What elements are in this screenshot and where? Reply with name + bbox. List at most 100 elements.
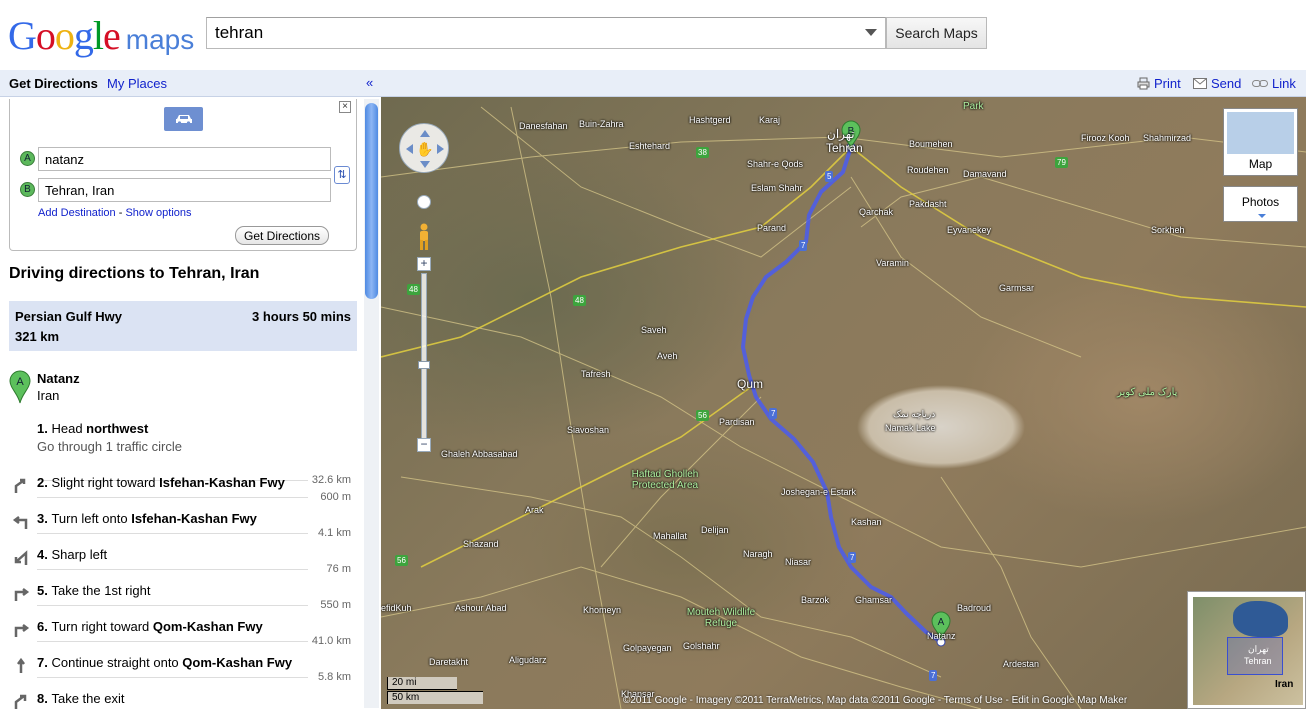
map-label-tafresh[interactable]: Tafresh bbox=[581, 369, 611, 379]
map-label-eslamshahr[interactable]: Eslam Shahr bbox=[751, 183, 803, 193]
map-label-naragh[interactable]: Naragh bbox=[743, 549, 773, 559]
map-label-shazand[interactable]: Shazand bbox=[463, 539, 499, 549]
map-label-kashan[interactable]: Kashan bbox=[851, 517, 882, 527]
map-label-garmsar[interactable]: Garmsar bbox=[999, 283, 1034, 293]
map-label-aveh[interactable]: Aveh bbox=[657, 351, 677, 361]
map-label-badroud[interactable]: Badroud bbox=[957, 603, 991, 613]
map-label-niasar[interactable]: Niasar bbox=[785, 557, 811, 567]
direction-step[interactable]: 2. Slight right toward Isfehan-Kashan Fw… bbox=[0, 468, 360, 504]
map-label-saveh[interactable]: Saveh bbox=[641, 325, 667, 335]
map-label-kavir[interactable]: پارک ملی کویر bbox=[1117, 387, 1177, 398]
map-label-pakdasht[interactable]: Pakdasht bbox=[909, 199, 947, 209]
map-label-danesfahan[interactable]: Danesfahan bbox=[519, 121, 568, 131]
chevron-down-icon[interactable] bbox=[865, 29, 877, 36]
show-options-link[interactable]: Show options bbox=[125, 207, 191, 219]
map-label-pardisan[interactable]: Pardisan bbox=[719, 417, 755, 427]
search-maps-button[interactable]: Search Maps bbox=[886, 17, 987, 49]
direction-step[interactable]: 6. Turn right toward Qom-Kashan Fwy 41.0 … bbox=[0, 612, 360, 648]
link-link[interactable]: Link bbox=[1252, 76, 1296, 91]
map-label-siavoshan[interactable]: Siavoshan bbox=[567, 425, 609, 435]
direction-step[interactable]: 4. Sharp left 76 m bbox=[0, 540, 360, 576]
zoom-in-button[interactable]: + bbox=[417, 257, 431, 271]
map-label-natanz[interactable]: Natanz bbox=[927, 631, 956, 641]
zoom-reset-icon[interactable] bbox=[417, 195, 431, 209]
direction-step[interactable]: 7. Continue straight onto Qom-Kashan Fwy… bbox=[0, 648, 360, 684]
zoom-out-button[interactable]: − bbox=[417, 438, 431, 452]
map-label-namak[interactable]: Namak Lake bbox=[885, 423, 936, 433]
start-location[interactable]: A Natanz Iran bbox=[9, 368, 357, 408]
map-label-karaj[interactable]: Karaj bbox=[759, 115, 780, 125]
map-label-park[interactable]: Park bbox=[963, 101, 984, 112]
map-label-ghaleh[interactable]: Ghaleh Abbasabad bbox=[441, 449, 518, 459]
map-label-roudehen[interactable]: Roudehen bbox=[907, 165, 949, 175]
get-directions-button[interactable]: Get Directions bbox=[235, 226, 329, 245]
map-label-firoozkooh[interactable]: Firooz Kooh bbox=[1081, 133, 1130, 143]
tab-my-places[interactable]: My Places bbox=[107, 76, 167, 91]
map-label-eshtehard[interactable]: Eshtehard bbox=[629, 141, 670, 151]
map-label-golshahr[interactable]: Golshahr bbox=[683, 641, 720, 651]
map-layer-button[interactable]: Map bbox=[1223, 108, 1298, 176]
map-label-namak-fa[interactable]: دریاچه نمک bbox=[893, 409, 935, 420]
route-line[interactable] bbox=[741, 146, 943, 644]
pegman-icon[interactable] bbox=[415, 223, 433, 251]
map-label-eyvanekey[interactable]: Eyvanekey bbox=[947, 225, 991, 235]
close-icon[interactable]: × bbox=[339, 101, 351, 113]
collapse-panel-icon[interactable]: « bbox=[366, 75, 373, 90]
map-label-qarchak[interactable]: Qarchak bbox=[859, 207, 893, 217]
panel-scrollbar[interactable] bbox=[364, 99, 379, 708]
origin-input[interactable] bbox=[38, 147, 331, 171]
zoom-control[interactable]: + − bbox=[417, 223, 431, 458]
map-label-mouteh[interactable]: Mouteh Wildlife Refuge bbox=[681, 607, 761, 629]
map-label-joshegan[interactable]: Joshegan-e Estark bbox=[781, 487, 856, 497]
map-label-delijan[interactable]: Delijan bbox=[701, 525, 729, 535]
destination-input[interactable] bbox=[38, 178, 331, 202]
map-label-mahallat[interactable]: Mahallat bbox=[653, 531, 687, 541]
pan-control[interactable]: ✋ bbox=[399, 123, 449, 173]
direction-step[interactable]: 5. Take the 1st right 550 m bbox=[0, 576, 360, 612]
direction-step[interactable]: 1. Head northwest Go through 1 traffic ci… bbox=[0, 414, 360, 486]
map-label-golpayegan[interactable]: Golpayegan bbox=[623, 643, 672, 653]
map-label-aligudarz[interactable]: Aligudarz bbox=[509, 655, 547, 665]
direction-step[interactable]: 8. Take the exit bbox=[0, 684, 360, 720]
search-input[interactable] bbox=[207, 18, 847, 48]
zoom-slider-handle[interactable] bbox=[418, 361, 430, 369]
map-label-ashour[interactable]: Ashour Abad bbox=[455, 603, 507, 613]
map-label-sorkheh[interactable]: Sorkheh bbox=[1151, 225, 1185, 235]
search-box[interactable] bbox=[206, 17, 886, 49]
map-label-hashtgerd[interactable]: Hashtgerd bbox=[689, 115, 731, 125]
print-link[interactable]: Print bbox=[1137, 76, 1181, 91]
map-label-tehran-fa[interactable]: تهران bbox=[827, 127, 855, 141]
chevron-down-icon[interactable] bbox=[1258, 214, 1266, 218]
map-label-boumehen[interactable]: Boumehen bbox=[909, 139, 953, 149]
map-label-haftad[interactable]: Haftad Gholleh Protected Area bbox=[625, 469, 705, 491]
map-label-qom[interactable]: Qum bbox=[737, 377, 763, 391]
direction-step[interactable]: 3. Turn left onto Isfehan-Kashan Fwy 4.1 … bbox=[0, 504, 360, 540]
send-link[interactable]: Send bbox=[1193, 76, 1241, 91]
scrollbar-thumb[interactable] bbox=[365, 103, 378, 299]
tab-get-directions[interactable]: Get Directions bbox=[9, 76, 98, 91]
map-label-parand[interactable]: Parand bbox=[757, 223, 786, 233]
map-label-tehran[interactable]: Tehran bbox=[826, 141, 863, 155]
add-destination-link[interactable]: Add Destination bbox=[38, 207, 116, 219]
google-maps-logo[interactable]: Google maps bbox=[8, 12, 194, 58]
map-label-arak[interactable]: Arak bbox=[525, 505, 544, 515]
map-label-ardestan[interactable]: Ardestan bbox=[1003, 659, 1039, 669]
overview-viewport[interactable]: تهران Tehran bbox=[1227, 637, 1283, 675]
map-canvas[interactable]: B A Tehran تهران Karaj Hashtgerd Eshtehard Bu… bbox=[381, 97, 1306, 709]
map-label-shahmirzad[interactable]: Shahmirzad bbox=[1143, 133, 1191, 143]
map-label-varamin[interactable]: Varamin bbox=[876, 258, 909, 268]
copyright[interactable]: ©2011 Google - Imagery ©2011 TerraMetric… bbox=[623, 695, 1127, 706]
swap-route-icon[interactable]: ⇅ bbox=[334, 166, 350, 184]
map-label-ghamsar[interactable]: Ghamsar bbox=[855, 595, 892, 605]
zoom-slider-track[interactable] bbox=[421, 273, 427, 443]
map-label-buin[interactable]: Buin-Zahra bbox=[579, 119, 624, 129]
map-label-damavand[interactable]: Damavand bbox=[963, 169, 1007, 179]
map-label-daretakht[interactable]: Daretakht bbox=[429, 657, 468, 667]
map-label-khomeyn[interactable]: Khomeyn bbox=[583, 605, 621, 615]
route-summary[interactable]: Persian Gulf Hwy 3 hours 50 mins 321 km bbox=[9, 301, 357, 351]
photos-layer-button[interactable]: Photos bbox=[1223, 186, 1298, 222]
overview-map[interactable]: تهران Tehran Iran bbox=[1187, 591, 1306, 709]
map-label-efidkuh[interactable]: efidKuh bbox=[381, 603, 412, 613]
map-label-barzok[interactable]: Barzok bbox=[801, 595, 829, 605]
map-label-shahr-e-qods[interactable]: Shahr-e Qods bbox=[747, 159, 803, 169]
